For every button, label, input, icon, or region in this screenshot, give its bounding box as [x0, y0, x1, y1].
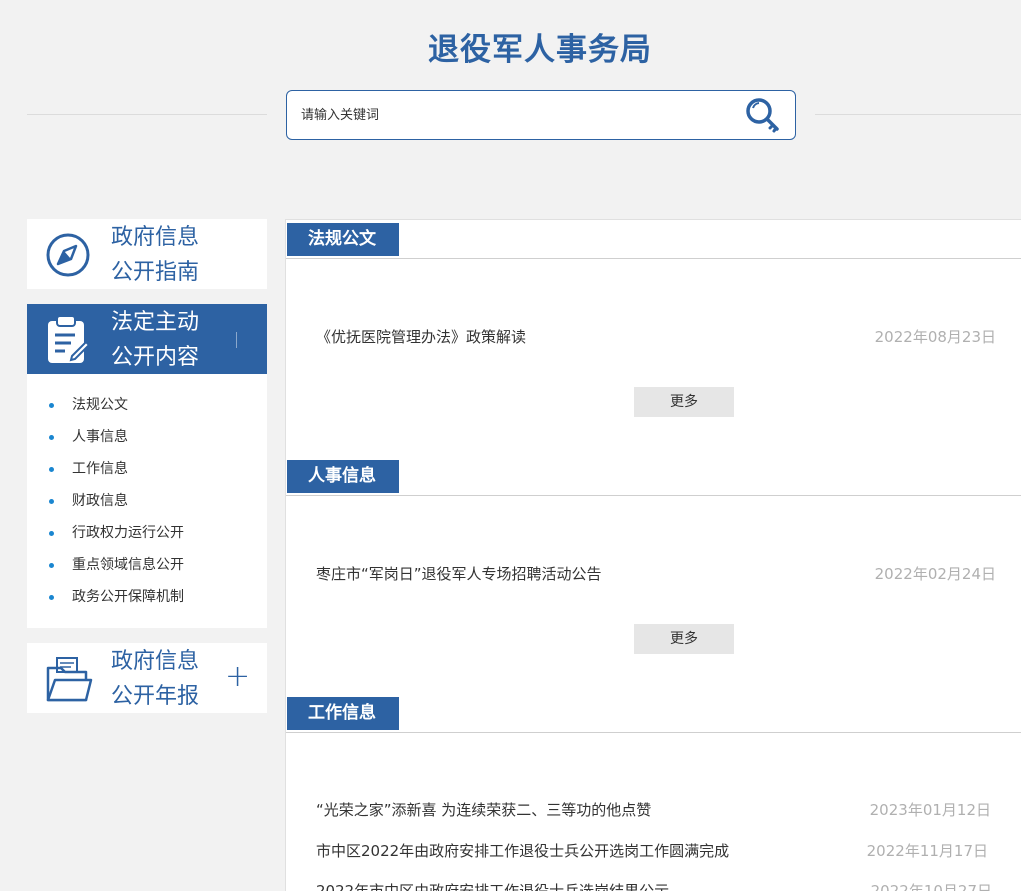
list-item[interactable]: “光荣之家”添新喜 为连续荣获二、三等功的他点赞 2023年01月12日: [316, 798, 991, 822]
collapse-indicator: [236, 332, 237, 348]
sidebar-guide[interactable]: 政府信息 公开指南: [27, 219, 267, 289]
compass-icon: [46, 233, 90, 277]
item-date: 2022年11月17日: [866, 842, 988, 860]
item-date: 2022年02月24日: [874, 565, 996, 583]
bullet-icon: [49, 435, 54, 440]
bullet-icon: [49, 595, 54, 600]
sidebar-item-regulations[interactable]: 法规公文: [27, 389, 267, 421]
bullet-icon: [49, 563, 54, 568]
folder-icon: [46, 657, 93, 702]
sidebar-item-personnel[interactable]: 人事信息: [27, 421, 267, 453]
header-divider-right: [815, 114, 1021, 115]
item-title: 2022年市中区由政府安排工作退役士兵选岗结果公示: [316, 882, 670, 891]
item-date: 2023年01月12日: [869, 801, 991, 819]
sidebar-active-content[interactable]: 法定主动 公开内容: [27, 304, 267, 374]
list-item[interactable]: 《优抚医院管理办法》政策解读 2022年08月23日: [316, 325, 996, 349]
sidebar-item-work[interactable]: 工作信息: [27, 453, 267, 485]
expand-plus-icon[interactable]: +: [225, 662, 250, 693]
clipboard-edit-icon: [48, 315, 91, 363]
item-title: 枣庄市“军岗日”退役军人专场招聘活动公告: [316, 565, 602, 583]
list-item[interactable]: 枣庄市“军岗日”退役军人专场招聘活动公告 2022年02月24日: [316, 562, 996, 586]
sidebar-item-key-areas[interactable]: 重点领域信息公开: [27, 549, 267, 581]
bullet-icon: [49, 403, 54, 408]
list-item[interactable]: 市中区2022年由政府安排工作退役士兵公开选岗工作圆满完成 2022年11月17…: [316, 839, 988, 863]
section-personnel: 人事信息 枣庄市“军岗日”退役军人专场招聘活动公告 2022年02月24日 更多: [286, 460, 1021, 660]
sidebar-submenu: 法规公文 人事信息 工作信息 财政信息 行政权力运行公开 重点领域信息公开 政务…: [27, 374, 267, 628]
search-box: [286, 90, 796, 140]
item-date: 2022年08月23日: [874, 328, 996, 346]
sidebar-annual-report[interactable]: 政府信息 公开年报 +: [27, 643, 267, 713]
search-key-icon: [746, 98, 779, 133]
main-content: 法规公文 《优抚医院管理办法》政策解读 2022年08月23日 更多 人事信息 …: [285, 219, 1021, 891]
section-divider: [286, 258, 1021, 259]
sidebar-active-content-label: 法定主动 公开内容: [111, 310, 200, 370]
search-input[interactable]: [301, 91, 731, 139]
list-item[interactable]: 2022年市中区由政府安排工作退役士兵选岗结果公示 2022年10月27日: [316, 879, 992, 891]
bullet-icon: [49, 467, 54, 472]
item-title: 《优抚医院管理办法》政策解读: [316, 328, 527, 346]
site-title: 退役军人事务局: [428, 32, 652, 68]
section-title: 工作信息: [287, 697, 399, 730]
item-date: 2022年10月27日: [870, 882, 992, 891]
more-button[interactable]: 更多: [634, 387, 734, 417]
sidebar-annual-report-label: 政府信息 公开年报: [111, 649, 200, 709]
sidebar-guide-label: 政府信息 公开指南: [111, 225, 200, 285]
sidebar-item-finance[interactable]: 财政信息: [27, 485, 267, 517]
item-title: “光荣之家”添新喜 为连续荣获二、三等功的他点赞: [316, 801, 652, 819]
bullet-icon: [49, 531, 54, 536]
section-title: 人事信息: [287, 460, 399, 493]
item-title: 市中区2022年由政府安排工作退役士兵公开选岗工作圆满完成: [316, 842, 730, 860]
sidebar-item-safeguard[interactable]: 政务公开保障机制: [27, 581, 267, 613]
section-divider: [286, 495, 1021, 496]
section-regulations: 法规公文 《优抚医院管理办法》政策解读 2022年08月23日 更多: [286, 223, 1021, 423]
section-work: 工作信息 “光荣之家”添新喜 为连续荣获二、三等功的他点赞 2023年01月12…: [286, 697, 1021, 891]
section-title: 法规公文: [287, 223, 399, 256]
header-divider-left: [27, 114, 267, 115]
section-divider: [286, 732, 1021, 733]
search-button[interactable]: [743, 96, 783, 136]
sidebar-item-admin-power[interactable]: 行政权力运行公开: [27, 517, 267, 549]
bullet-icon: [49, 499, 54, 504]
more-button[interactable]: 更多: [634, 624, 734, 654]
